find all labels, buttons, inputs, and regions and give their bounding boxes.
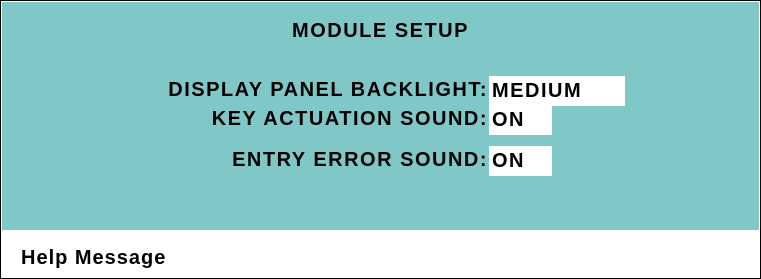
setting-value-entry-error-sound[interactable]: ON (489, 146, 552, 176)
setting-row-key-actuation-sound: KEY ACTUATION SOUND: ON (2, 105, 759, 135)
setting-label-entry-error-sound: ENTRY ERROR SOUND: (232, 149, 488, 171)
setting-label-display-panel-backlight: DISPLAY PANEL BACKLIGHT: (168, 79, 488, 101)
setting-value-key-actuation-sound[interactable]: ON (489, 105, 552, 135)
page-title: MODULE SETUP (292, 20, 469, 42)
setting-value-display-panel-backlight[interactable]: MEDIUM (489, 76, 625, 106)
setting-row-entry-error-sound: ENTRY ERROR SOUND: ON (2, 146, 759, 176)
help-message-bar: Help Message (2, 233, 759, 277)
module-setup-screen: MODULE SETUP DISPLAY PANEL BACKLIGHT: ME… (0, 0, 761, 279)
setting-row-display-panel-backlight: DISPLAY PANEL BACKLIGHT: MEDIUM (2, 76, 759, 106)
help-message-text: Help Message (21, 247, 167, 269)
settings-panel: MODULE SETUP DISPLAY PANEL BACKLIGHT: ME… (2, 2, 759, 230)
setting-label-key-actuation-sound: KEY ACTUATION SOUND: (211, 108, 488, 130)
